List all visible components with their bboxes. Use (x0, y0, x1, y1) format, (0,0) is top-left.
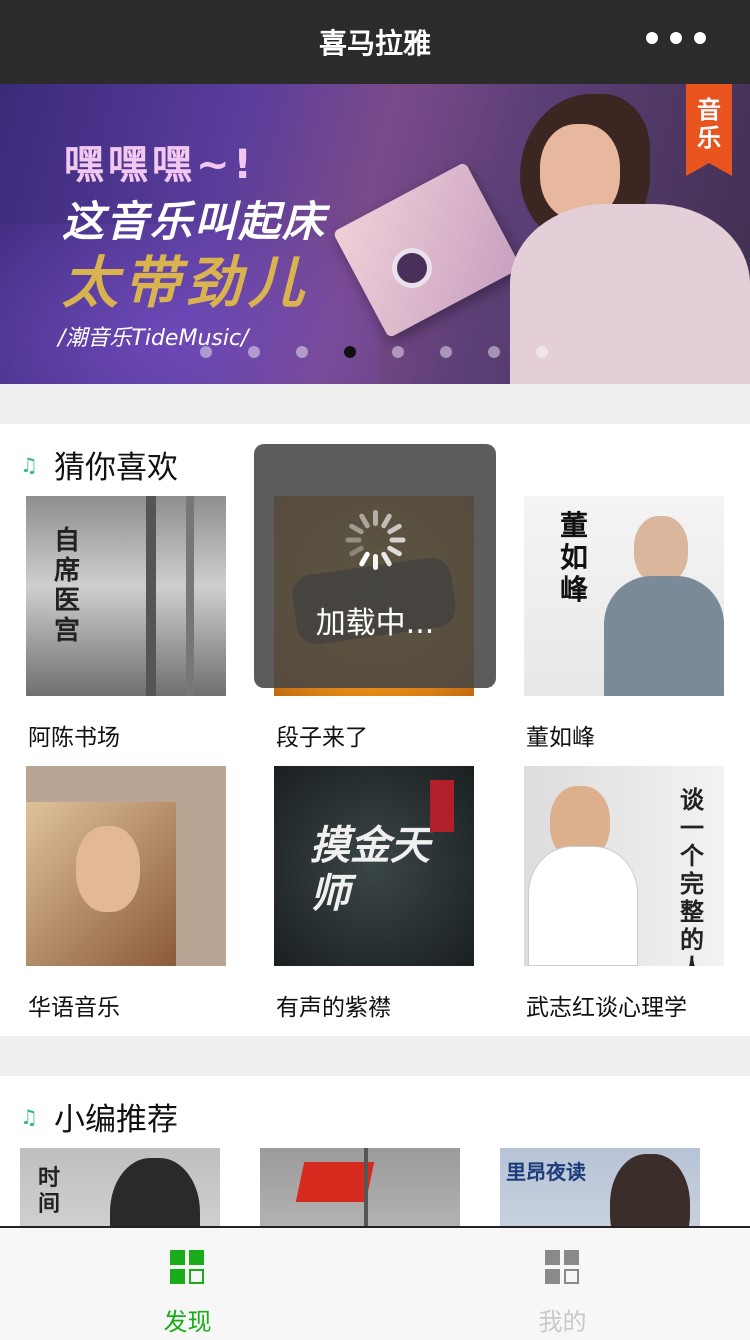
album-title: 董如峰 (526, 725, 595, 751)
album-card[interactable]: 华语音乐 (26, 766, 226, 1021)
album-title: 阿陈书场 (28, 725, 120, 751)
spinner-tick (373, 510, 378, 526)
album-cover-title: 摸金天师 (310, 823, 430, 917)
grid-icon (170, 1250, 204, 1284)
loading-toast: 加载中... (254, 444, 496, 688)
cover-person-body (528, 846, 638, 966)
grid-icon (545, 1250, 579, 1284)
album-card[interactable]: 里昂夜读 (500, 1148, 700, 1236)
spinner-tick (380, 512, 393, 530)
carousel-dot[interactable] (200, 346, 212, 358)
tab-mine[interactable]: 我的 (375, 1228, 750, 1340)
cover-flag (295, 1162, 375, 1202)
banner-category-tag: 音乐 (686, 84, 732, 176)
album-cover[interactable]: 时间 (20, 1148, 220, 1236)
section-title: 猜你喜欢 (54, 450, 178, 486)
album-title: 华语音乐 (28, 995, 120, 1021)
tab-label: 我的 (538, 1308, 587, 1336)
banner-cup-illustration (392, 248, 432, 288)
carousel-dot[interactable] (296, 346, 308, 358)
carousel-dot[interactable] (344, 346, 356, 358)
navigation-bar: 喜马拉雅 (0, 0, 750, 84)
section-header: ♫ 小编推荐 (20, 1094, 178, 1139)
album-cover[interactable]: 摸金天师 (274, 766, 474, 966)
album-card[interactable] (260, 1148, 460, 1236)
cover-flagpole (364, 1148, 368, 1236)
tab-label: 发现 (163, 1308, 212, 1336)
album-title: 有声的紫襟 (276, 995, 391, 1021)
more-dot (670, 32, 682, 44)
spinner-tick (373, 554, 378, 570)
tab-discover[interactable]: 发现 (0, 1228, 375, 1340)
carousel-indicator[interactable] (200, 346, 548, 358)
cover-person-head (110, 1158, 200, 1236)
carousel-dot[interactable] (440, 346, 452, 358)
spinner-tick (380, 550, 393, 568)
loading-text: 加载中... (315, 606, 435, 641)
album-card[interactable]: 谈一个完整的人 武志红谈心理学 (524, 766, 724, 1021)
carousel-dot[interactable] (392, 346, 404, 358)
spinner-tick (348, 544, 365, 558)
spinner-icon (345, 510, 406, 570)
cover-person-body (604, 576, 724, 696)
spinner-tick (358, 550, 371, 568)
album-cover-title: 自席医宫 (54, 526, 81, 646)
editor-picks-section: ♫ 小编推荐 时间 里昂夜读 (0, 1076, 750, 1236)
spinner-tick (348, 522, 365, 536)
album-cover[interactable] (26, 766, 226, 966)
cover-person-face (634, 516, 688, 584)
album-cover-title: 董如峰 (560, 509, 589, 606)
spinner-tick (345, 537, 362, 543)
spinner-tick (358, 512, 371, 530)
cover-person-face (76, 826, 140, 912)
page-title: 喜马拉雅 (318, 27, 431, 60)
more-dot (694, 32, 706, 44)
album-cover[interactable]: 里昂夜读 (500, 1148, 700, 1236)
album-card[interactable]: 董如峰 董如峰 (524, 496, 724, 751)
more-dot (646, 32, 658, 44)
cover-person-head (610, 1154, 690, 1236)
banner-headline-3: 太带劲儿 (62, 251, 310, 316)
spinner-tick (386, 544, 403, 558)
carousel-dot[interactable] (536, 346, 548, 358)
album-cover[interactable] (260, 1148, 460, 1236)
banner-carousel[interactable]: 嘿嘿嘿~! 这音乐叫起床 太带劲儿 /潮音乐TideMusic/ 音乐 (0, 84, 750, 384)
spinner-tick (389, 537, 406, 543)
banner-headline-1: 嘿嘿嘿~! (64, 142, 256, 188)
album-title: 段子来了 (276, 725, 368, 751)
album-cover-title: 谈一个完整的人 (680, 786, 704, 966)
carousel-dot[interactable] (248, 346, 260, 358)
spinner-tick (386, 522, 403, 536)
album-cover-title: 里昂夜读 (506, 1160, 586, 1184)
section-title: 小编推荐 (54, 1102, 178, 1138)
more-dots-icon[interactable] (646, 32, 706, 44)
album-cover[interactable]: 董如峰 (524, 496, 724, 696)
carousel-dot[interactable] (488, 346, 500, 358)
album-card[interactable]: 摸金天师 有声的紫襟 (274, 766, 474, 1021)
music-note-icon: ♫ (20, 1104, 38, 1129)
album-title: 武志红谈心理学 (526, 995, 687, 1021)
album-cover-title: 时间 (38, 1166, 61, 1217)
cover-window-frame (186, 496, 194, 696)
music-note-icon: ♫ (20, 452, 38, 477)
album-card[interactable]: 自席医宫 阿陈书场 (26, 496, 226, 751)
album-card[interactable]: 时间 (20, 1148, 220, 1236)
album-cover[interactable]: 自席医宫 (26, 496, 226, 696)
album-cover[interactable]: 谈一个完整的人 (524, 766, 724, 966)
section-header: ♫ 猜你喜欢 (20, 442, 178, 487)
tab-bar: 发现 我的 (0, 1226, 750, 1340)
cover-seal (430, 780, 454, 832)
cover-window-frame (146, 496, 156, 696)
